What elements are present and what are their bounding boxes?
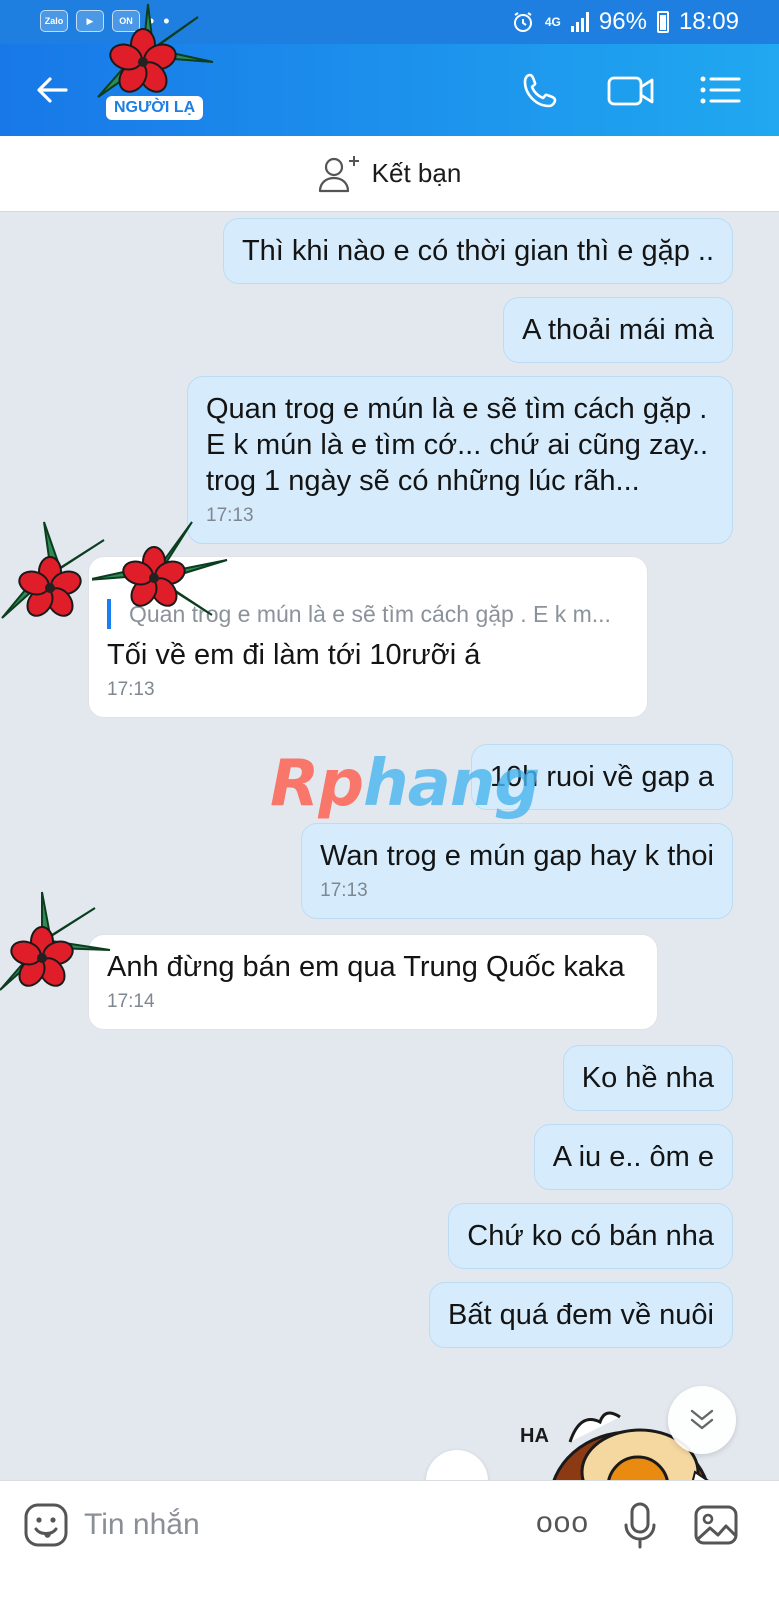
microphone-icon[interactable] <box>622 1501 658 1549</box>
message-sent[interactable]: Chứ ko có bán nha <box>448 1203 733 1269</box>
message-input[interactable] <box>84 1501 504 1549</box>
zalo-notification-icon: Zalo <box>40 10 68 32</box>
message-time: 17:13 <box>206 505 254 526</box>
message-text: A iu e.. ôm e <box>552 1141 714 1173</box>
network-type: 4G <box>544 15 561 29</box>
message-text: Chứ ko có bán nha <box>467 1220 714 1252</box>
message-text-line: Quan trog e mún là e sẽ tìm cách gặp . <box>206 393 708 425</box>
back-arrow-icon[interactable] <box>32 70 72 110</box>
message-sent[interactable]: Bất quá đem về nuôi <box>428 1282 733 1348</box>
message-time: 17:13 <box>107 679 155 700</box>
message-text: Thì khi nào e có thời gian thì e gặp .. <box>241 235 714 267</box>
chat-messages[interactable]: Thì khi nào e có thời gian thì e gặp .. … <box>0 212 779 1512</box>
flower-decoration <box>92 521 228 616</box>
image-gallery-icon[interactable] <box>692 1501 740 1549</box>
alarm-icon <box>513 12 532 32</box>
message-sent[interactable]: Ko hề nha <box>562 1045 733 1111</box>
message-sent[interactable]: Thì khi nào e có thời gian thì e gặp .. <box>222 218 733 284</box>
clock: 18:09 <box>678 8 739 35</box>
message-sent[interactable]: Quan trog e mún là e sẽ tìm cách gặp . E… <box>187 376 733 544</box>
message-input-bar: ooo <box>0 1480 779 1600</box>
message-text: Ko hề nha <box>581 1062 714 1094</box>
flower-decoration <box>0 891 111 991</box>
message-time: 17:14 <box>107 991 155 1012</box>
emoji-icon[interactable] <box>22 1501 70 1549</box>
message-text: Bất quá đem về nuôi <box>447 1299 714 1331</box>
chevron-down-icon <box>690 1409 714 1430</box>
message-text: A thoải mái mà <box>522 314 714 346</box>
add-friend-bar[interactable]: Kết bạn <box>0 136 779 212</box>
status-indicators: 4G 96% 18:09 <box>511 8 739 36</box>
watermark-logo: Rphang <box>270 747 540 821</box>
flower-decoration <box>97 3 214 98</box>
message-text: Wan trog e mún gap hay k thoi <box>320 840 714 872</box>
battery-percent: 96% <box>598 8 647 35</box>
message-text-line: E k mún là e tìm cớ... chứ ai cũng zay.. <box>206 429 709 461</box>
message-time: 17:13 <box>320 880 368 901</box>
scroll-to-bottom-button[interactable] <box>668 1386 736 1454</box>
video-call-icon[interactable] <box>606 70 656 110</box>
add-friend-icon <box>318 155 359 192</box>
add-friend-label: Kết bạn <box>371 158 462 188</box>
message-text-line: trog 1 ngày sẽ có những lúc rãh... <box>206 465 640 497</box>
battery-icon <box>656 11 669 33</box>
message-text: Anh đừng bán em qua Trung Quốc kaka <box>107 951 625 983</box>
message-sent[interactable]: Wan trog e mún gap hay k thoi 17:13 <box>301 823 733 919</box>
message-text: Tối về em đi làm tới 10rưỡi á <box>107 639 481 671</box>
message-sent[interactable]: A thoải mái mà <box>503 297 733 363</box>
signal-icon <box>570 12 589 32</box>
message-sent[interactable]: A iu e.. ôm e <box>533 1124 733 1190</box>
message-received[interactable]: Anh đừng bán em qua Trung Quốc kaka 17:1… <box>88 934 658 1030</box>
more-options-icon[interactable]: ooo <box>536 1501 588 1549</box>
menu-list-icon[interactable] <box>698 70 742 110</box>
svg-text:HA: HA <box>520 1425 549 1447</box>
phone-icon[interactable] <box>520 70 564 110</box>
